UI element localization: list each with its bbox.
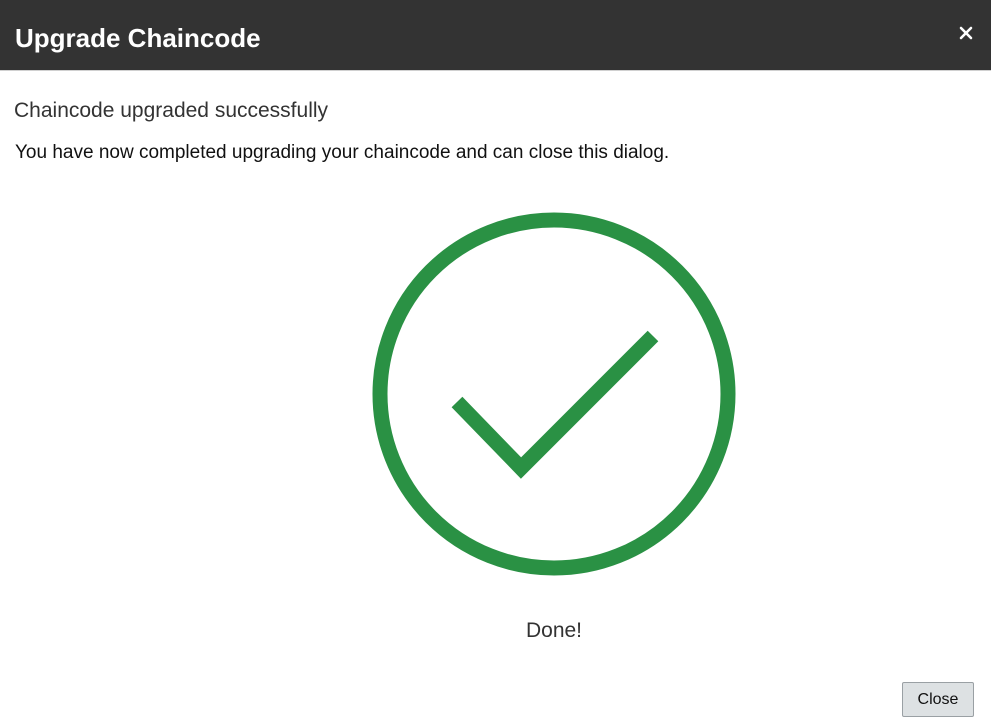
status-text: Done! [525,619,583,642]
dialog-message: You have now completed upgrading your ch… [15,142,670,163]
success-check-stroke [451,330,659,479]
dialog-header: Upgrade Chaincode [0,0,991,71]
close-button[interactable]: Close [902,682,974,717]
success-checkmark-icon [372,212,736,576]
close-icon-glyph [959,26,973,40]
dialog-subtitle: Chaincode upgraded successfully [14,99,329,122]
success-circle [372,212,736,576]
status-text-row: Done! [0,617,991,645]
close-icon[interactable] [955,22,977,44]
dialog-title: Upgrade Chaincode [15,23,261,53]
upgrade-chaincode-dialog: Upgrade Chaincode Chaincode upgraded suc… [0,0,991,728]
